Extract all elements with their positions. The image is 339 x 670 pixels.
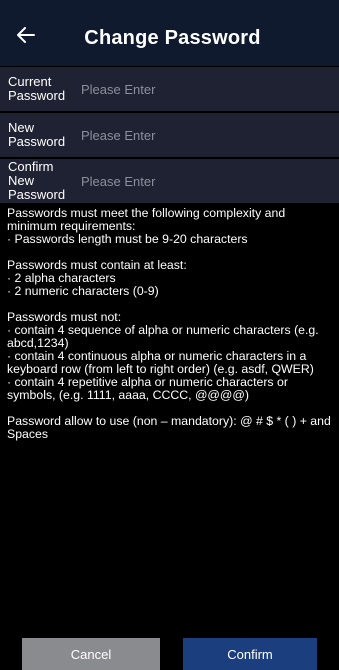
rule-line: · 2 numeric characters (0-9) bbox=[7, 284, 159, 298]
rule-line: · contain 4 repetitive alpha or numeric … bbox=[7, 375, 288, 402]
rule-line: · contain 4 sequence of alpha or numeric… bbox=[7, 323, 319, 350]
new-password-input[interactable] bbox=[78, 113, 339, 157]
new-password-row: New Password bbox=[0, 113, 339, 157]
rule-line: · Passwords length must be 9-20 characte… bbox=[7, 232, 248, 246]
requirements-must-not: Passwords must not: · contain 4 sequence… bbox=[7, 311, 337, 402]
new-password-label: New Password bbox=[8, 120, 66, 149]
current-password-input[interactable] bbox=[78, 67, 339, 111]
rule-line: · contain 4 continuous alpha or numeric … bbox=[7, 349, 314, 376]
rule-line: Passwords must meet the following comple… bbox=[7, 206, 286, 233]
page-title: Change Password bbox=[84, 27, 261, 49]
app-header: Change Password bbox=[0, 0, 339, 66]
confirm-password-row: Confirm New Password bbox=[0, 159, 339, 203]
requirements-must-contain: Passwords must contain at least: · 2 alp… bbox=[7, 259, 337, 298]
confirm-button[interactable]: Confirm bbox=[183, 638, 317, 670]
rule-line: Password allow to use (non – mandatory):… bbox=[7, 414, 331, 441]
current-password-row: Current Password bbox=[0, 67, 339, 111]
current-password-label: Current Password bbox=[8, 74, 66, 103]
confirm-password-input[interactable] bbox=[78, 159, 339, 203]
confirm-password-label: Confirm New Password bbox=[8, 159, 66, 202]
button-bar: Cancel Confirm bbox=[0, 628, 339, 670]
cancel-button[interactable]: Cancel bbox=[22, 638, 160, 670]
requirements-intro: Passwords must meet the following comple… bbox=[7, 207, 337, 246]
requirements-allowed: Password allow to use (non – mandatory):… bbox=[7, 415, 337, 441]
password-requirements: Passwords must meet the following comple… bbox=[7, 207, 337, 454]
